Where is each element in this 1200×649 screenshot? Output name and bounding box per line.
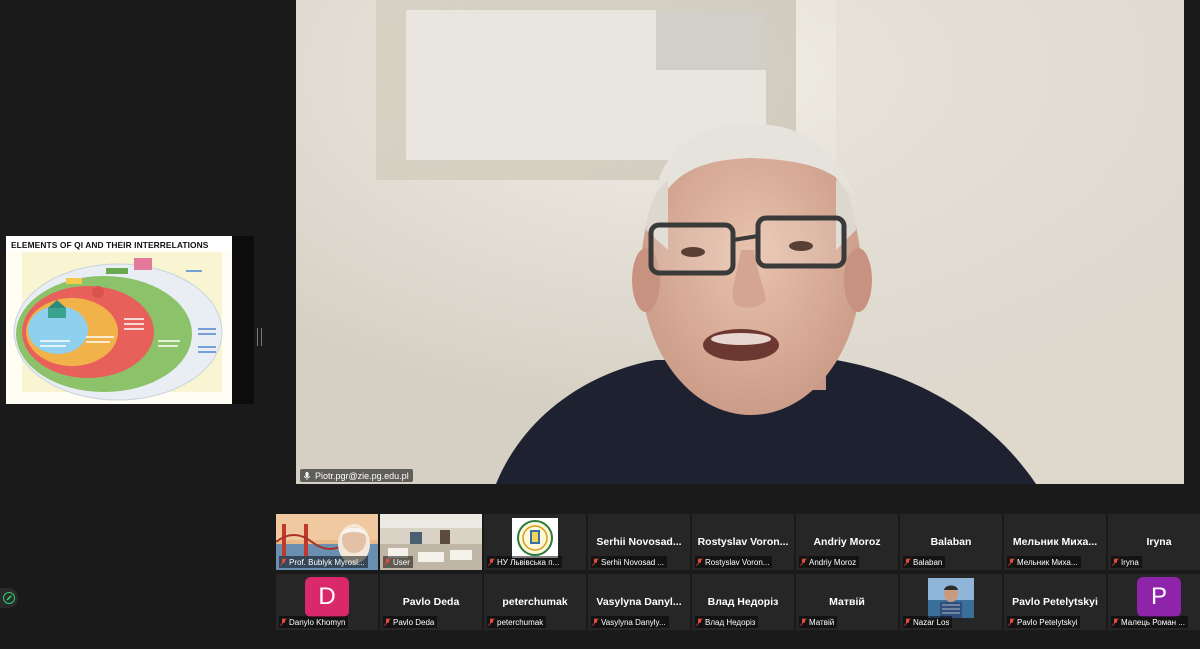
- participant-tile[interactable]: User: [380, 514, 482, 570]
- pencil-icon: [3, 592, 15, 604]
- participant-name: Serhii Novosad...: [596, 536, 682, 548]
- participant-avatar: P: [1137, 577, 1181, 617]
- participant-label: peterchumak: [487, 616, 547, 628]
- participant-label: Rostyslav Voron...: [695, 556, 773, 568]
- speaker-video-frame: [296, 0, 1184, 484]
- participant-video: [928, 578, 974, 618]
- participant-tile[interactable]: D Danylo Khomyn: [276, 574, 378, 630]
- participant-tile[interactable]: Pavlo Deda Pavlo Deda: [380, 574, 482, 630]
- muted-microphone-icon: [904, 618, 911, 626]
- participant-tile[interactable]: Serhii Novosad... Serhii Novosad ...: [588, 514, 690, 570]
- participant-label: НУ Львівська п...: [487, 556, 563, 568]
- participant-tile[interactable]: Pavlo Petelytskyi Pavlo Petelytskyi: [1004, 574, 1106, 630]
- speaker-name-tag: Piotr.pgr@zie.pg.edu.pl: [300, 469, 413, 482]
- muted-microphone-icon: [280, 558, 287, 566]
- muted-microphone-icon: [696, 558, 703, 566]
- participant-label: Iryna: [1111, 556, 1142, 568]
- participant-name: Balaban: [930, 536, 972, 548]
- participant-label: Мельник Миха...: [1007, 556, 1081, 568]
- participant-tile[interactable]: Andriy Moroz Andriy Moroz: [796, 514, 898, 570]
- participant-tile[interactable]: P Малець Роман ...: [1108, 574, 1200, 630]
- participant-tile[interactable]: Vasylyna Danyl... Vasylyna Danyly...: [588, 574, 690, 630]
- participant-name: Pavlo Deda: [402, 596, 460, 608]
- participant-name: Матвій: [829, 596, 865, 608]
- participant-name: Мельник Миха...: [1012, 536, 1098, 548]
- muted-microphone-icon: [488, 558, 495, 566]
- participant-tile[interactable]: Prof. Bublyk Myrosl...: [276, 514, 378, 570]
- participant-tile[interactable]: Влад Недоріз Влад Недоріз: [692, 574, 794, 630]
- participant-label: Pavlo Deda: [383, 616, 438, 628]
- participant-tile[interactable]: Balaban Balaban: [900, 514, 1002, 570]
- participant-name: Rostyslav Voron...: [697, 536, 789, 548]
- university-logo: [512, 518, 558, 558]
- participant-label: Serhii Novosad ...: [591, 556, 668, 568]
- muted-microphone-icon: [1112, 558, 1119, 566]
- participant-avatar: D: [305, 577, 349, 617]
- participant-gallery: Prof. Bublyk Myrosl... User НУ Львівська…: [276, 514, 1200, 632]
- slide-diagram: [6, 250, 232, 404]
- participant-label: Prof. Bublyk Myrosl...: [279, 556, 368, 568]
- muted-microphone-icon: [280, 618, 287, 626]
- participant-tile[interactable]: Матвій Матвій: [796, 574, 898, 630]
- participant-label: Малець Роман ...: [1111, 616, 1188, 628]
- participant-label: Матвій: [799, 616, 838, 628]
- screen-share-panel: ELEMENTS OF QI AND THEIR INTERRELATIONS: [0, 0, 296, 649]
- muted-microphone-icon: [488, 618, 495, 626]
- muted-microphone-icon: [384, 558, 391, 566]
- muted-microphone-icon: [1112, 618, 1119, 626]
- participant-tile[interactable]: Iryna Iryna: [1108, 514, 1200, 570]
- speaker-name: Piotr.pgr@zie.pg.edu.pl: [315, 470, 409, 481]
- participant-tile[interactable]: Rostyslav Voron... Rostyslav Voron...: [692, 514, 794, 570]
- participant-tile[interactable]: Nazar Los: [900, 574, 1002, 630]
- participant-label: Vasylyna Danyly...: [591, 616, 669, 628]
- muted-microphone-icon: [592, 558, 599, 566]
- participant-label: Влад Недоріз: [695, 616, 759, 628]
- muted-microphone-icon: [384, 618, 391, 626]
- participant-name: Iryna: [1146, 536, 1172, 548]
- muted-microphone-icon: [800, 558, 807, 566]
- muted-microphone-icon: [800, 618, 807, 626]
- muted-microphone-icon: [1008, 558, 1015, 566]
- participant-label: Danylo Khomyn: [279, 616, 349, 628]
- participant-name: Andriy Moroz: [813, 536, 881, 548]
- shared-slide: ELEMENTS OF QI AND THEIR INTERRELATIONS: [6, 236, 254, 404]
- main-speaker-video[interactable]: [296, 0, 1184, 484]
- muted-microphone-icon: [1008, 618, 1015, 626]
- muted-microphone-icon: [696, 618, 703, 626]
- slide-title: ELEMENTS OF QI AND THEIR INTERRELATIONS: [11, 240, 209, 250]
- participant-tile[interactable]: peterchumak peterchumak: [484, 574, 586, 630]
- participant-label: Nazar Los: [903, 616, 953, 628]
- participant-name: peterchumak: [502, 596, 568, 608]
- annotate-button[interactable]: [0, 588, 18, 608]
- participant-tile[interactable]: НУ Львівська п...: [484, 514, 586, 570]
- participant-label: Balaban: [903, 556, 946, 568]
- muted-microphone-icon: [592, 618, 599, 626]
- participant-name: Vasylyna Danyl...: [596, 596, 682, 608]
- muted-microphone-icon: [904, 558, 911, 566]
- participant-label: User: [383, 556, 413, 568]
- microphone-icon: [304, 471, 310, 480]
- panel-resize-handle[interactable]: [257, 328, 262, 346]
- participant-label: Andriy Moroz: [799, 556, 860, 568]
- participant-name: Pavlo Petelytskyi: [1012, 596, 1098, 608]
- participant-label: Pavlo Petelytskyi: [1007, 616, 1081, 628]
- participant-name: Влад Недоріз: [707, 596, 779, 608]
- participant-tile[interactable]: Мельник Миха... Мельник Миха...: [1004, 514, 1106, 570]
